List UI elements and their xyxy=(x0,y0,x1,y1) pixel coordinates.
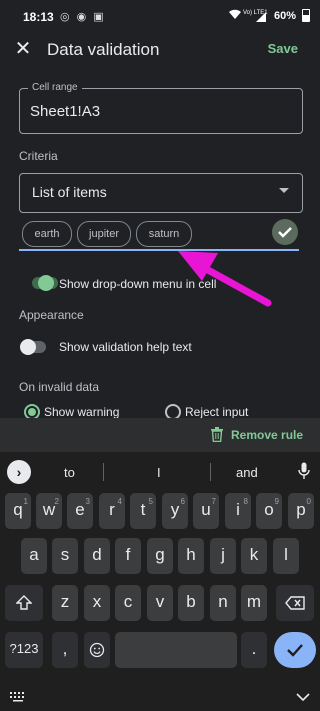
key-c[interactable]: c xyxy=(115,585,141,621)
backspace-key[interactable] xyxy=(276,585,314,621)
chevron-right-icon[interactable]: › xyxy=(7,460,31,484)
comma-key[interactable]: , xyxy=(52,632,78,668)
key-s[interactable]: s xyxy=(52,538,78,574)
key-l[interactable]: l xyxy=(273,538,299,574)
suggestion-divider xyxy=(210,463,211,481)
key-j[interactable]: j xyxy=(210,538,236,574)
key-i[interactable]: i8 xyxy=(225,493,251,529)
key-n[interactable]: n xyxy=(210,585,236,621)
key-b[interactable]: b xyxy=(178,585,204,621)
key-a[interactable]: a xyxy=(21,538,47,574)
battery-percent: 60% xyxy=(273,10,296,22)
trash-icon[interactable] xyxy=(210,427,224,447)
check-icon[interactable] xyxy=(272,219,298,245)
dropdown-toggle-label: Show drop-down menu in cell xyxy=(59,277,217,291)
criteria-label: Criteria xyxy=(19,149,58,163)
key-q[interactable]: q1 xyxy=(5,493,31,529)
wifi-icon xyxy=(228,9,242,23)
key-r[interactable]: r4 xyxy=(99,493,125,529)
period-key[interactable]: . xyxy=(241,632,267,668)
key-x[interactable]: x xyxy=(84,585,110,621)
shift-key[interactable] xyxy=(5,585,43,621)
microphone-icon[interactable] xyxy=(298,462,310,485)
key-o[interactable]: o9 xyxy=(256,493,282,529)
suggestion-divider xyxy=(103,463,104,481)
check-icon-enter-key[interactable] xyxy=(274,632,316,668)
suggestion-2[interactable]: I xyxy=(157,465,161,480)
criteria-selected[interactable]: List of items xyxy=(32,184,107,200)
key-e[interactable]: e3 xyxy=(67,493,93,529)
toggle-knob xyxy=(38,275,54,291)
save-button[interactable]: Save xyxy=(268,41,298,56)
keyboard-layout-icon[interactable] xyxy=(10,689,26,707)
notification-icons: ◎ ◉ ▣ xyxy=(60,11,106,23)
key-f[interactable]: f xyxy=(115,538,141,574)
show-warning-label: Show warning xyxy=(44,405,120,419)
page-title: Data validation xyxy=(47,40,160,59)
key-p[interactable]: p0 xyxy=(288,493,314,529)
item-chip[interactable]: jupiter xyxy=(77,221,131,247)
key-z[interactable]: z xyxy=(52,585,78,621)
key-m[interactable]: m xyxy=(241,585,267,621)
space-key[interactable] xyxy=(115,632,237,668)
invalid-data-label: On invalid data xyxy=(19,380,100,394)
key-u[interactable]: u7 xyxy=(193,493,219,529)
cell-range-value[interactable]: Sheet1!A3 xyxy=(30,103,100,120)
key-g[interactable]: g xyxy=(147,538,173,574)
chevron-down-icon[interactable] xyxy=(279,188,289,193)
status-bar: 18:13 ◎ ◉ ▣ Vo) LTE1 60% xyxy=(0,0,320,34)
toggle-knob xyxy=(20,339,36,355)
chevron-down-icon[interactable] xyxy=(296,689,310,707)
key-y[interactable]: y6 xyxy=(162,493,188,529)
reject-input-label: Reject input xyxy=(185,405,249,419)
key-h[interactable]: h xyxy=(178,538,204,574)
cell-range-label: Cell range xyxy=(28,82,82,93)
remove-rule-button[interactable]: Remove rule xyxy=(231,428,303,442)
key-t[interactable]: t5 xyxy=(130,493,156,529)
close-icon[interactable]: ✕ xyxy=(12,38,34,60)
key-w[interactable]: w2 xyxy=(36,493,62,529)
suggestion-3[interactable]: and xyxy=(236,465,258,480)
symbols-key[interactable]: ?123 xyxy=(5,632,43,668)
emoji-icon[interactable] xyxy=(84,632,110,668)
appearance-label: Appearance xyxy=(19,308,84,322)
signal-icon xyxy=(256,9,266,27)
keyboard xyxy=(0,452,320,711)
item-chip[interactable]: earth xyxy=(22,221,72,247)
suggestion-1[interactable]: to xyxy=(64,465,75,480)
battery-icon xyxy=(302,9,310,22)
key-d[interactable]: d xyxy=(84,538,110,574)
status-time: 18:13 xyxy=(23,10,54,24)
key-v[interactable]: v xyxy=(147,585,173,621)
help-text-toggle-label: Show validation help text xyxy=(59,340,192,354)
key-k[interactable]: k xyxy=(241,538,267,574)
